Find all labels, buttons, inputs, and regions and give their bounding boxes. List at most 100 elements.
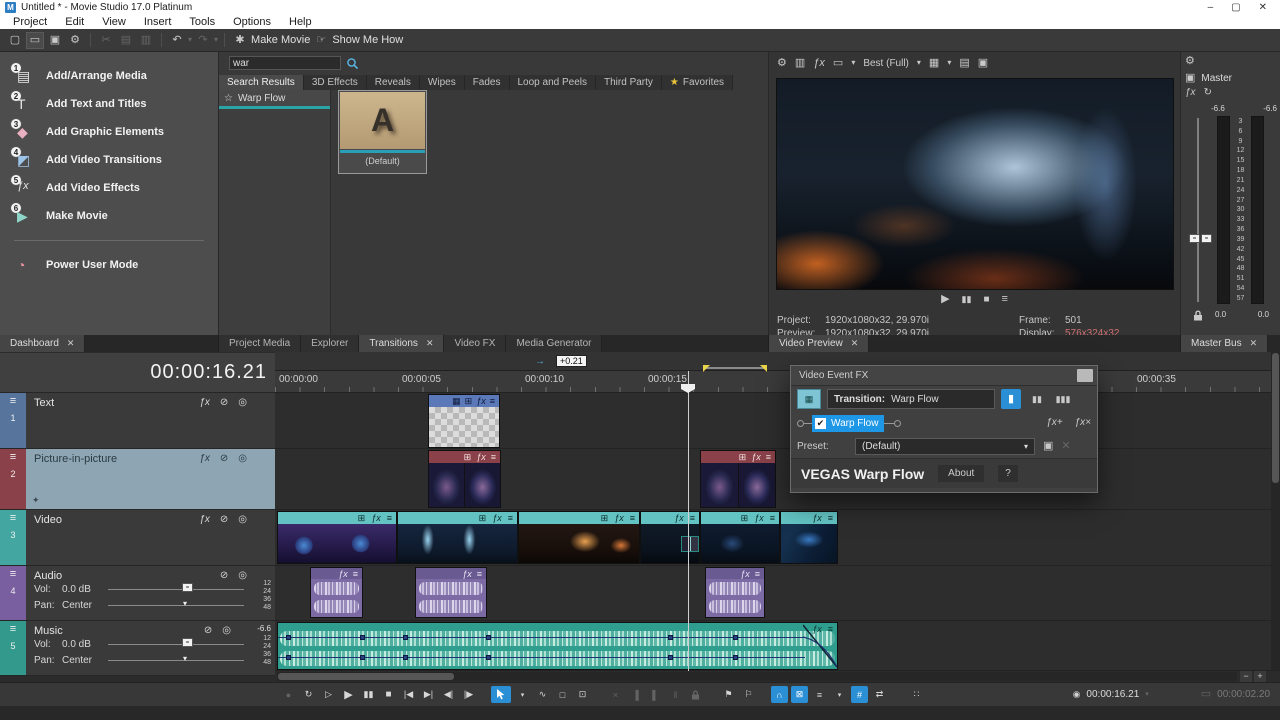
auto-ripple-toggle-icon[interactable]: ⊠: [791, 686, 808, 703]
transition-list-item-warp-flow[interactable]: ☆ Warp Flow: [219, 90, 330, 106]
tab-favorites[interactable]: ★ Favorites: [661, 74, 734, 90]
tab-3d-effects[interactable]: 3D Effects: [303, 74, 367, 90]
track-row-picture-in-picture[interactable]: [275, 449, 1280, 510]
trim-end-icon[interactable]: ▌: [647, 686, 664, 703]
master-fader-handles[interactable]: = =: [1189, 234, 1212, 243]
pan-crop-icon[interactable]: ⊞: [479, 513, 487, 524]
tab-video-fx[interactable]: Video FX: [444, 335, 507, 352]
cut-icon[interactable]: ✂: [97, 32, 115, 49]
event-fx-icon[interactable]: ƒx: [751, 452, 761, 462]
track-menu-icon[interactable]: ≡: [10, 512, 16, 524]
track-name[interactable]: Audio: [34, 570, 62, 582]
event-tool-icon[interactable]: ≡: [811, 686, 828, 703]
pan-crop-icon[interactable]: ⊞: [601, 513, 609, 524]
record-icon[interactable]: ●: [280, 686, 297, 703]
solo-icon[interactable]: ◎: [238, 397, 247, 408]
master-fader-track[interactable]: [1197, 118, 1199, 302]
loop-playback-icon[interactable]: ↻: [300, 686, 317, 703]
preview-stop-icon[interactable]: ■: [983, 294, 989, 305]
snap-toggle-icon[interactable]: ∩: [771, 686, 788, 703]
quality-dropdown-icon[interactable]: ▾: [917, 59, 921, 67]
normal-edit-tool-button[interactable]: [491, 686, 511, 703]
menu-project[interactable]: Project: [4, 16, 56, 28]
event-overlap-badge[interactable]: [681, 536, 699, 552]
go-to-start-icon[interactable]: |◀: [400, 686, 417, 703]
pan-crop-icon[interactable]: ⊞: [465, 396, 473, 407]
envelope-node[interactable]: [668, 655, 673, 660]
loop-region-end-marker[interactable]: [760, 365, 767, 372]
master-gear-icon[interactable]: ⚙: [1185, 55, 1195, 67]
timecode-dropdown-icon[interactable]: ▾: [1145, 691, 1149, 698]
save-frame-icon[interactable]: ▣: [978, 57, 988, 69]
restore-button[interactable]: ▢: [1231, 2, 1240, 13]
search-input[interactable]: [229, 56, 341, 70]
volume-envelope[interactable]: [278, 657, 805, 658]
show-me-how-button[interactable]: Show Me How: [332, 34, 403, 46]
event-menu-icon[interactable]: ≡: [477, 569, 482, 579]
timeline-timecode-display[interactable]: 00:00:16.21: [150, 361, 267, 384]
save-preset-icon[interactable]: ▣: [1043, 440, 1053, 452]
tab-search-results[interactable]: Search Results: [219, 74, 304, 90]
tab-media-generator[interactable]: Media Generator: [506, 335, 603, 352]
transition-preset-thumbnail[interactable]: A (Default): [338, 90, 427, 174]
pan-slider-handle[interactable]: ▾: [183, 654, 187, 663]
event-menu-icon[interactable]: ≡: [490, 396, 495, 406]
text-event-clip[interactable]: ▦ ⊞ ƒx ≡: [428, 394, 500, 448]
envelope-node[interactable]: [486, 635, 491, 640]
pan-crop-icon[interactable]: ⊞: [741, 513, 749, 524]
overlay-grid-icon[interactable]: ▦: [929, 57, 939, 69]
search-icon[interactable]: [346, 57, 359, 70]
event-menu-icon[interactable]: ≡: [828, 624, 833, 634]
solo-icon[interactable]: ◎: [238, 514, 247, 525]
fx-chain-item-warp-flow[interactable]: ✔ Warp Flow: [812, 414, 885, 432]
menu-tools[interactable]: Tools: [180, 16, 224, 28]
track-row-text[interactable]: [275, 393, 1280, 449]
track-fx-icon[interactable]: ƒx: [199, 514, 210, 525]
envelope-node[interactable]: [668, 635, 673, 640]
tab-video-preview[interactable]: Video Preview ✕: [769, 335, 870, 352]
pan-value[interactable]: Center: [62, 600, 108, 611]
preview-device-icon[interactable]: ▥: [795, 57, 805, 69]
tab-loop-and-peels[interactable]: Loop and Peels: [509, 74, 597, 90]
event-tool-dropdown-icon[interactable]: ▾: [831, 686, 848, 703]
preset-dropdown[interactable]: (Default) ▾: [855, 437, 1035, 455]
track-menu-icon[interactable]: ≡: [10, 568, 16, 580]
pip-event-clip[interactable]: ⊞ ƒx ≡: [700, 450, 776, 508]
tab-fades[interactable]: Fades: [464, 74, 510, 90]
event-menu-icon[interactable]: ≡: [766, 452, 771, 462]
show-me-how-icon[interactable]: ☞: [312, 32, 330, 49]
minimize-button[interactable]: –: [1208, 2, 1214, 13]
add-fx-icon[interactable]: ƒx+: [1046, 418, 1062, 428]
plugin-chain-icon[interactable]: ↻: [1204, 88, 1212, 98]
preview-gear-icon[interactable]: ⚙: [777, 57, 787, 69]
pip-event-clip[interactable]: ⊞ ƒx ≡: [428, 450, 501, 508]
copy-icon[interactable]: ▤: [117, 32, 135, 49]
audio-event-clip[interactable]: ƒx ≡: [705, 567, 765, 618]
pan-crop-icon[interactable]: ⊞: [358, 513, 366, 524]
close-icon[interactable]: ✕: [851, 338, 859, 349]
event-menu-icon[interactable]: ≡: [828, 513, 833, 523]
insert-region-icon[interactable]: ⚐: [740, 686, 757, 703]
pan-crop-icon[interactable]: ⊞: [739, 452, 747, 463]
event-fx-icon[interactable]: ƒx: [476, 396, 486, 406]
music-event-clip[interactable]: ƒx ≡: [277, 622, 838, 670]
tab-wipes[interactable]: Wipes: [419, 74, 465, 90]
track-header-text[interactable]: ≡ 1 Text ƒx ⊘ ◎: [0, 393, 275, 449]
envelope-node[interactable]: [286, 655, 291, 660]
vol-slider[interactable]: [108, 644, 244, 645]
timeline-ruler[interactable]: 00:00:00 00:00:05 00:00:10 00:00:15 00:0…: [275, 371, 1280, 393]
undo-dropdown-icon[interactable]: ▾: [188, 36, 192, 44]
vol-slider-handle[interactable]: =: [182, 583, 193, 592]
save-project-icon[interactable]: ▣: [46, 32, 64, 49]
track-name[interactable]: Video: [34, 514, 62, 526]
menu-help[interactable]: Help: [280, 16, 321, 28]
event-menu-icon[interactable]: ≡: [491, 452, 496, 462]
tab-project-media[interactable]: Project Media: [219, 335, 302, 352]
envelope-tool-icon[interactable]: ∿: [534, 686, 551, 703]
preview-play-icon[interactable]: ▶: [941, 294, 949, 305]
delete-icon[interactable]: ×: [607, 686, 624, 703]
solo-icon[interactable]: ◎: [238, 453, 247, 464]
scrub-control-icon[interactable]: ⇄: [871, 686, 888, 703]
dashboard-item-make-movie[interactable]: 6 ▶ Make Movie: [0, 202, 218, 230]
event-fx-icon[interactable]: ƒx: [614, 513, 624, 523]
